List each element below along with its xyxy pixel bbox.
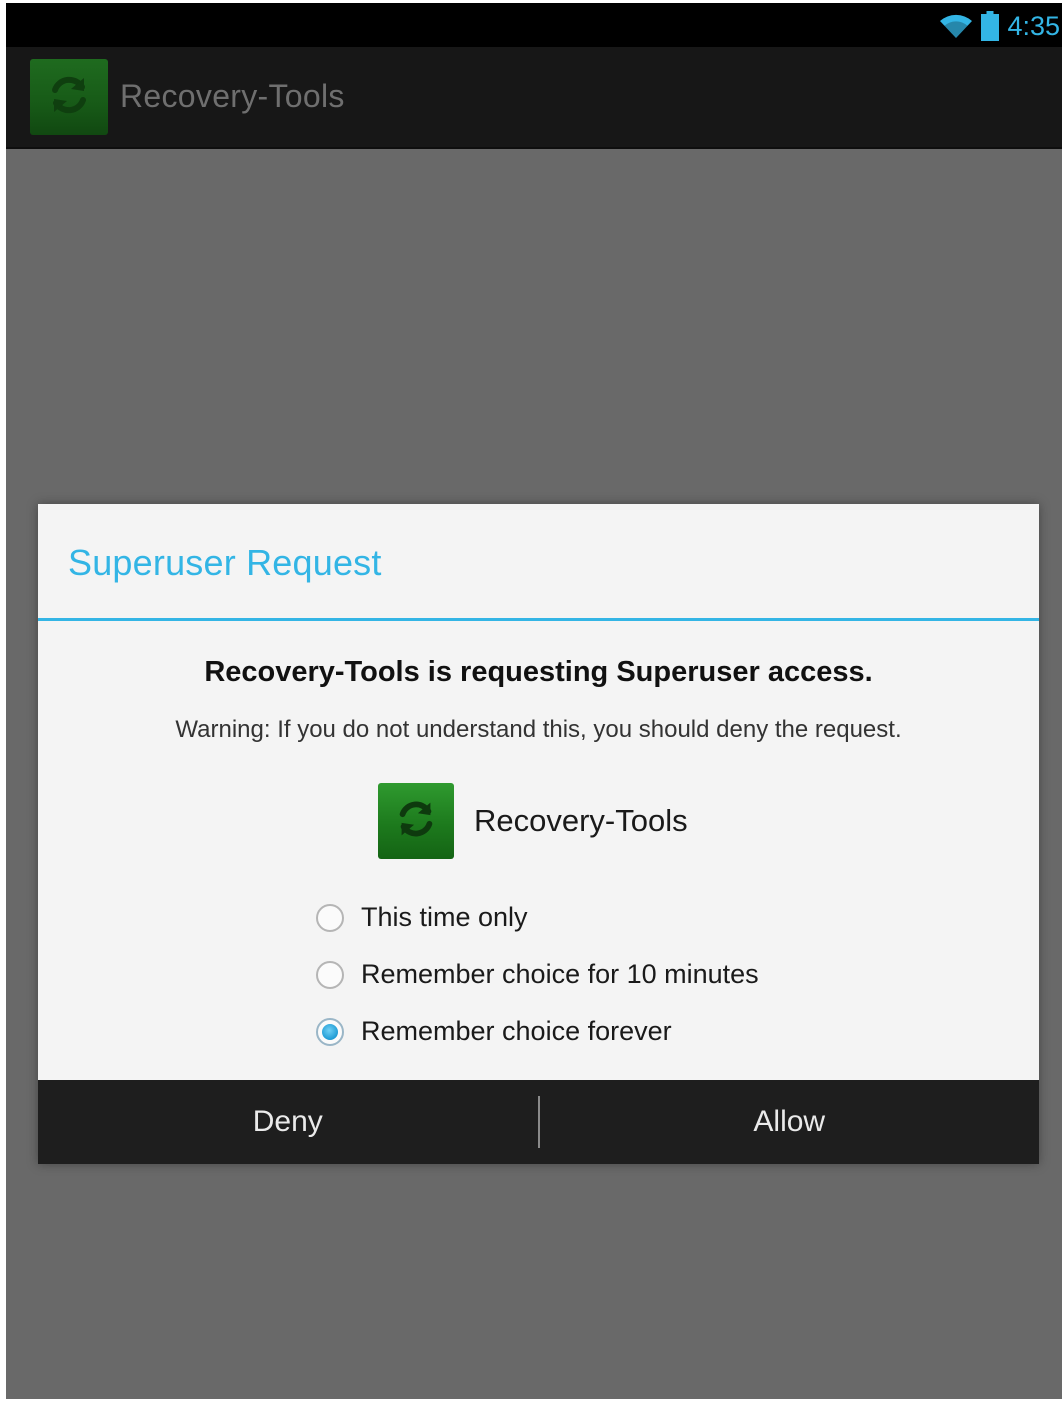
radio-button-selected[interactable] [316,1017,344,1046]
dialog-button-bar: Deny Allow [38,1080,1039,1164]
battery-icon [981,11,1000,41]
device-screen: 4:35 Recovery-Tools Superuser Request Re… [6,3,1062,1399]
refresh-icon [392,795,440,848]
app-icon[interactable] [30,59,108,135]
radio-button[interactable] [316,960,344,989]
requesting-app: Recovery-Tools [378,782,688,860]
refresh-icon [44,70,94,125]
superuser-dialog: Superuser Request Recovery-Tools is requ… [38,504,1039,1164]
title-divider [38,618,1039,621]
deny-button[interactable]: Deny [38,1080,538,1164]
request-heading: Recovery-Tools is requesting Superuser a… [204,656,873,688]
status-clock: 4:35 [1007,10,1060,41]
option-label: Remember choice forever [361,1016,672,1046]
remember-options: This time only Remember choice for 10 mi… [316,889,759,1060]
requesting-app-name: Recovery-Tools [474,803,688,838]
action-bar: Recovery-Tools [6,47,1062,149]
option-label: Remember choice for 10 minutes [361,959,759,989]
option-this-time-only[interactable]: This time only [316,889,759,946]
wifi-icon [939,13,973,39]
option-remember-10-minutes[interactable]: Remember choice for 10 minutes [316,946,759,1003]
status-bar: 4:35 [6,3,1062,47]
status-icons: 4:35 [939,9,1060,43]
dialog-title: Superuser Request [68,542,382,583]
option-label: This time only [361,902,528,932]
requesting-app-icon [378,783,454,859]
warning-text: Warning: If you do not understand this, … [175,716,902,743]
allow-button[interactable]: Allow [540,1080,1040,1164]
option-remember-forever[interactable]: Remember choice forever [316,1003,759,1060]
radio-button[interactable] [316,903,344,932]
app-title: Recovery-Tools [120,78,345,114]
